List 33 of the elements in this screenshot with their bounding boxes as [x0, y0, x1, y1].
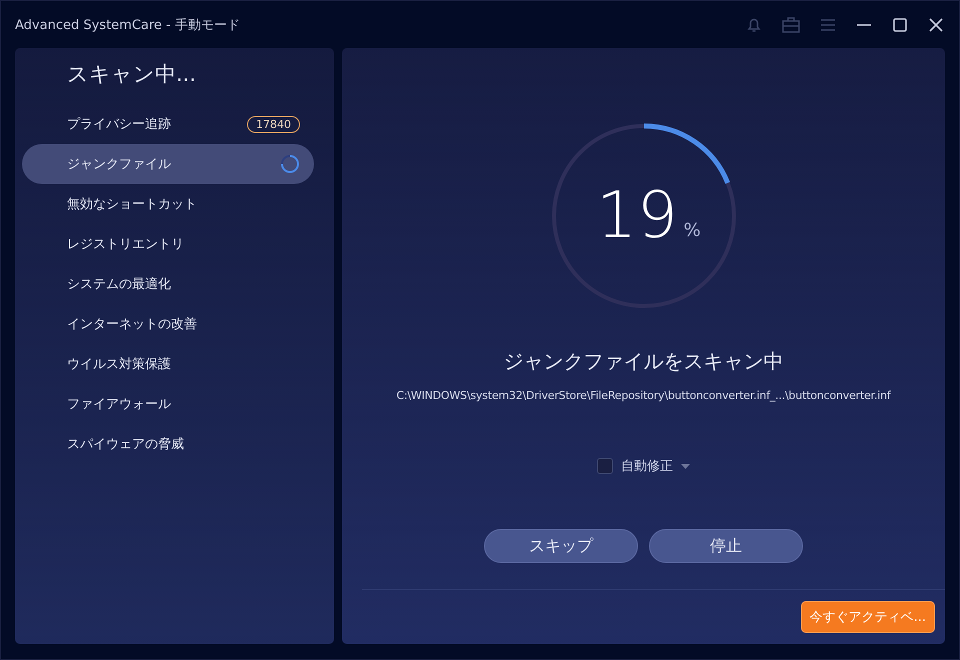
scan-status-title: ジャンクファイルをスキャン中 [504, 348, 784, 375]
sidebar-heading: スキャン中... [66, 61, 198, 88]
close-icon[interactable] [927, 16, 945, 34]
action-button[interactable]: 停止 [649, 529, 803, 563]
sidebar-item[interactable]: プライバシー追跡 17840 [22, 104, 314, 144]
caret-icon[interactable] [681, 464, 690, 468]
item-label: レジストリエントリ [67, 236, 184, 253]
sidebar-item[interactable]: ファイアウォール [22, 384, 314, 424]
item-label: ファイアウォール [67, 396, 171, 413]
sidebar-item[interactable]: レジストリエントリ [22, 224, 314, 264]
toolbox-icon[interactable] [781, 16, 801, 34]
item-label: ジャンクファイル [67, 156, 171, 173]
item-label: 無効なショートカット [67, 196, 197, 213]
auto-fix-label: 自動修正 [621, 458, 673, 475]
sidebar-item[interactable]: スパイウェアの脅威 [22, 424, 314, 464]
item-label: システムの最適化 [67, 276, 171, 293]
maximize-icon[interactable] [891, 16, 909, 34]
sidebar-item[interactable]: ジャンクファイル [22, 144, 314, 184]
percent-value: 19 [596, 179, 678, 253]
item-label: ウイルス対策保護 [67, 356, 171, 373]
count-badge: 17840 [247, 116, 300, 132]
window-title: Advanced SystemCare - 手動モード [15, 16, 240, 34]
percent-unit: % [684, 220, 701, 240]
sidebar-item[interactable]: システムの最適化 [22, 264, 314, 304]
file-path: C:\WINDOWS\system32\DriverStore\FileRepository\buttonconverter.inf_...\buttonconverter.inf [396, 389, 891, 402]
item-label: インターネットの改善 [67, 316, 197, 333]
sidebar-item[interactable]: ウイルス対策保護 [22, 344, 314, 384]
item-label: プライバシー追跡 [67, 116, 171, 133]
checkbox[interactable] [597, 458, 613, 474]
item-label: スパイウェアの脅威 [67, 436, 184, 453]
action-button[interactable]: スキップ [484, 529, 638, 563]
sidebar-item[interactable]: インターネットの改善 [22, 304, 314, 344]
sidebar-item[interactable]: 無効なショートカット [22, 184, 314, 224]
